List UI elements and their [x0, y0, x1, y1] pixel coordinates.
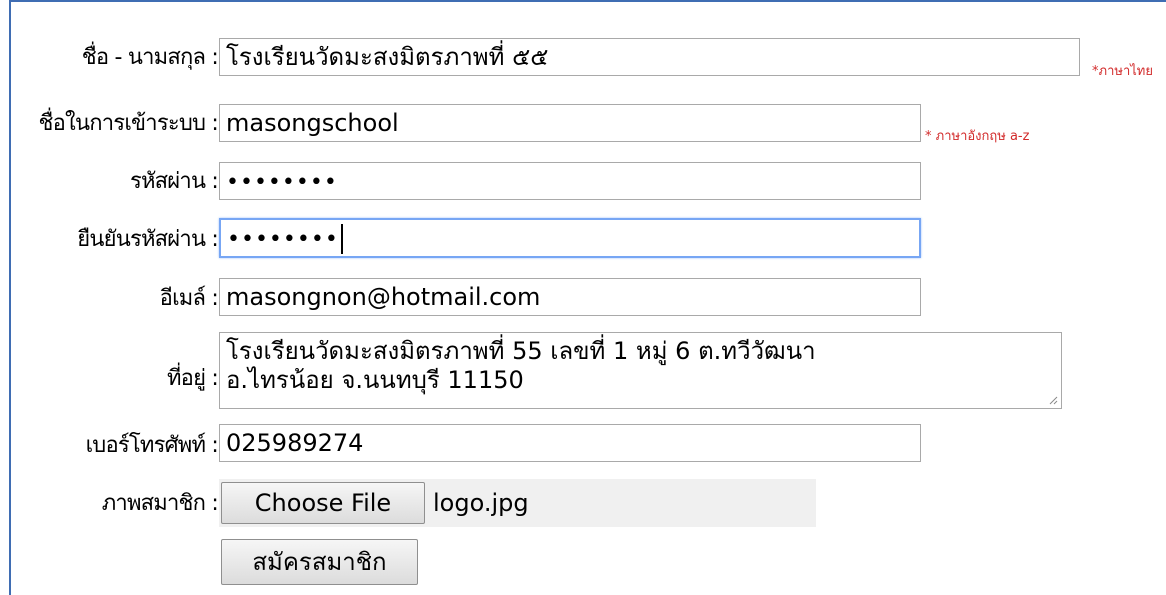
username-value: masongschool [226, 109, 399, 137]
email-input[interactable]: masongnon@hotmail.com [219, 278, 921, 316]
fullname-value: โรงเรียนวัดมะสงมิตรภาพที่ ๕๕ [226, 43, 549, 71]
address-line-1: โรงเรียนวัดมะสงมิตรภาพที่ 55 เลขที่ 1 หม… [226, 337, 816, 365]
confirm-password-input[interactable]: •••••••• [219, 218, 921, 258]
confirm-password-value: •••••••• [227, 227, 339, 252]
confirm-password-label: ยืนยันรหัสผ่าน : [77, 227, 219, 252]
email-value: masongnon@hotmail.com [226, 283, 541, 311]
fullname-input[interactable]: โรงเรียนวัดมะสงมิตรภาพที่ ๕๕ [219, 38, 1080, 76]
text-caret [340, 224, 343, 254]
username-hint: * ภาษาอังกฤษ a-z [925, 129, 1030, 144]
selected-filename: logo.jpg [433, 489, 529, 517]
email-label: อีเมล์ : [159, 286, 219, 311]
register-button[interactable]: สมัครสมาชิก [221, 539, 418, 585]
address-line-2: อ.ไทรน้อย จ.นนทบุรี 11150 [226, 366, 524, 394]
password-label: รหัสผ่าน : [129, 169, 219, 194]
address-label: ที่อยู่ : [166, 366, 219, 391]
resize-handle-icon[interactable] [1048, 395, 1058, 405]
password-input[interactable]: •••••••• [219, 162, 921, 200]
phone-label: เบอร์โทรศัพท์ : [85, 433, 219, 458]
username-input[interactable]: masongschool [219, 104, 921, 142]
address-textarea[interactable]: โรงเรียนวัดมะสงมิตรภาพที่ 55 เลขที่ 1 หม… [219, 332, 1062, 409]
phone-value: 025989274 [226, 429, 364, 457]
fullname-hint: *ภาษาไทย [1092, 64, 1153, 79]
username-label: ชื่อในการเข้าระบบ : [38, 111, 219, 136]
fullname-label: ชื่อ - นามสกุล : [81, 45, 219, 70]
choose-file-button[interactable]: Choose File [221, 482, 425, 524]
photo-label: ภาพสมาชิก : [101, 491, 219, 516]
photo-file-input[interactable]: Choose File logo.jpg [219, 479, 816, 527]
password-value: •••••••• [226, 170, 338, 195]
phone-input[interactable]: 025989274 [219, 424, 921, 462]
